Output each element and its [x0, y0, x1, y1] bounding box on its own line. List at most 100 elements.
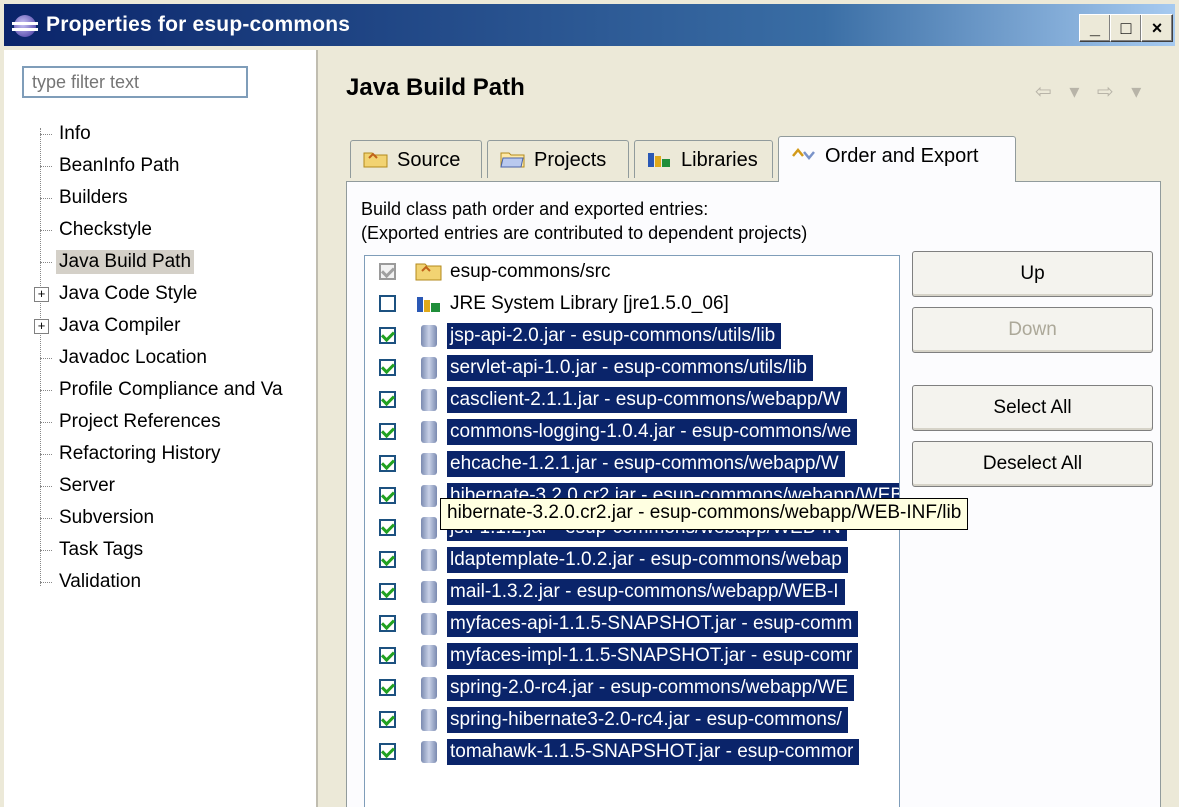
title-bar[interactable]: Properties for esup-commons _ □ ×: [4, 4, 1175, 46]
entry-tooltip: hibernate-3.2.0.cr2.jar - esup-commons/w…: [440, 498, 969, 530]
tree-connector: [40, 358, 52, 359]
tab-order-and-export-label: Order and Export: [825, 145, 979, 167]
tree-connector: [40, 390, 52, 391]
list-item[interactable]: myfaces-api-1.1.5-SNAPSHOT.jar - esup-co…: [365, 608, 899, 640]
list-item[interactable]: servlet-api-1.0.jar - esup-commons/utils…: [365, 352, 899, 384]
tree-item-label: Java Build Path: [56, 250, 195, 274]
list-item-label: myfaces-api-1.1.5-SNAPSHOT.jar - esup-co…: [447, 611, 859, 637]
down-button[interactable]: Down: [912, 307, 1153, 353]
jar-icon: [421, 421, 437, 443]
tab-projects[interactable]: Projects: [487, 140, 629, 178]
tree-item-label: Builders: [59, 187, 128, 208]
export-checkbox[interactable]: [379, 295, 396, 312]
tree-item-label: Validation: [59, 571, 142, 592]
list-item[interactable]: ldaptemplate-1.0.2.jar - esup-commons/we…: [365, 544, 899, 576]
export-checkbox[interactable]: [379, 455, 396, 472]
tab-projects-label: Projects: [534, 149, 607, 171]
export-checkbox[interactable]: [379, 519, 396, 536]
export-checkbox[interactable]: [379, 583, 396, 600]
export-checkbox[interactable]: [379, 647, 396, 664]
export-checkbox[interactable]: [379, 327, 396, 344]
maximize-button[interactable]: □: [1110, 14, 1142, 42]
tab-libraries[interactable]: Libraries: [634, 140, 773, 178]
list-item-label: ldaptemplate-1.0.2.jar - esup-commons/we…: [447, 547, 848, 573]
export-checkbox[interactable]: [379, 423, 396, 440]
export-checkbox[interactable]: [379, 551, 396, 568]
list-item[interactable]: myfaces-impl-1.1.5-SNAPSHOT.jar - esup-c…: [365, 640, 899, 672]
list-item-label: casclient-2.1.1.jar - esup-commons/webap…: [447, 387, 847, 413]
tree-item-label: Refactoring History: [59, 443, 221, 464]
export-checkbox[interactable]: [379, 487, 396, 504]
expand-icon[interactable]: +: [34, 287, 49, 302]
jar-icon: [421, 389, 437, 411]
tab-bar: Source Projects Libraries Order and Expo…: [346, 136, 1161, 182]
tree-connector: [40, 262, 52, 263]
libraries-icon: [647, 150, 673, 168]
jar-icon: [421, 325, 437, 347]
list-item[interactable]: esup-commons/src: [365, 256, 899, 288]
list-item-label: ehcache-1.2.1.jar - esup-commons/webapp/…: [447, 451, 845, 477]
tree-item-label: Subversion: [59, 507, 155, 528]
export-checkbox: [379, 263, 396, 280]
tree-item-label: Java Code Style: [59, 283, 198, 304]
list-item[interactable]: JRE System Library [jre1.5.0_06]: [365, 288, 899, 320]
list-item-label: commons-logging-1.0.4.jar - esup-commons…: [447, 419, 858, 445]
jar-icon: [421, 485, 437, 507]
tree-connector: [40, 166, 52, 167]
tab-source-label: Source: [397, 149, 461, 171]
export-checkbox[interactable]: [379, 679, 396, 696]
close-button[interactable]: ×: [1141, 14, 1173, 42]
tree-connector: [40, 582, 52, 583]
list-item[interactable]: spring-2.0-rc4.jar - esup-commons/webapp…: [365, 672, 899, 704]
select-all-button[interactable]: Select All: [912, 385, 1153, 431]
tree-item-label: Info: [59, 123, 91, 144]
list-item[interactable]: casclient-2.1.1.jar - esup-commons/webap…: [365, 384, 899, 416]
export-checkbox[interactable]: [379, 615, 396, 632]
export-checkbox[interactable]: [379, 359, 396, 376]
tree-connector: [40, 518, 52, 519]
export-checkbox[interactable]: [379, 711, 396, 728]
tree-item-label: Server: [59, 475, 115, 496]
library-icon: [415, 293, 443, 313]
list-item[interactable]: spring-hibernate3-2.0-rc4.jar - esup-com…: [365, 704, 899, 736]
entries-list[interactable]: esup-commons/src JRE System Library [jre1…: [364, 255, 900, 807]
tree-item-label: Project References: [59, 411, 221, 432]
jar-icon: [421, 677, 437, 699]
tree-item-label: Javadoc Location: [59, 347, 207, 368]
tree-item-label: BeanInfo Path: [59, 155, 180, 176]
list-item-label: jsp-api-2.0.jar - esup-commons/utils/lib: [447, 323, 782, 349]
jar-icon: [421, 517, 437, 539]
minimize-button[interactable]: _: [1079, 14, 1111, 42]
deselect-all-button[interactable]: Deselect All: [912, 441, 1153, 487]
tree-item-label: Checkstyle: [59, 219, 152, 240]
list-item-label: mail-1.3.2.jar - esup-commons/webapp/WEB…: [447, 579, 845, 605]
export-checkbox[interactable]: [379, 391, 396, 408]
jar-icon: [421, 709, 437, 731]
category-tree: Info BeanInfo Path Builders Checkstyle Java …: [30, 120, 316, 592]
filter-input[interactable]: [22, 66, 248, 98]
expand-icon[interactable]: +: [34, 319, 49, 334]
up-button[interactable]: Up: [912, 251, 1153, 297]
list-item-label: tomahawk-1.1.5-SNAPSHOT.jar - esup-commo…: [447, 739, 860, 765]
tree-item-label: Java Compiler: [59, 315, 181, 336]
list-item[interactable]: jsp-api-2.0.jar - esup-commons/utils/lib: [365, 320, 899, 352]
list-item[interactable]: ehcache-1.2.1.jar - esup-commons/webapp/…: [365, 448, 899, 480]
tab-order-and-export[interactable]: Order and Export: [778, 136, 1016, 182]
list-item[interactable]: mail-1.3.2.jar - esup-commons/webapp/WEB…: [365, 576, 899, 608]
eclipse-icon: [12, 15, 38, 37]
list-item-label: JRE System Library [jre1.5.0_06]: [450, 293, 729, 314]
list-item[interactable]: commons-logging-1.0.4.jar - esup-commons…: [365, 416, 899, 448]
tab-source[interactable]: Source: [350, 140, 482, 178]
order-export-icon: [791, 146, 817, 164]
tree-item-label: Task Tags: [59, 539, 144, 560]
tree-connector: [40, 454, 52, 455]
description-line-2: (Exported entries are contributed to dep…: [361, 223, 808, 243]
description: Build class path order and exported entr…: [361, 197, 807, 245]
list-item-label: myfaces-impl-1.1.5-SNAPSHOT.jar - esup-c…: [447, 643, 859, 669]
export-checkbox[interactable]: [379, 743, 396, 760]
history-nav[interactable]: ⇦ ▾ ⇨ ▾: [1035, 79, 1147, 104]
tree-connector: [40, 422, 52, 423]
list-item[interactable]: tomahawk-1.1.5-SNAPSHOT.jar - esup-commo…: [365, 736, 899, 768]
tree-item-label: Profile Compliance and Va: [59, 379, 283, 400]
list-item-label: spring-hibernate3-2.0-rc4.jar - esup-com…: [447, 707, 848, 733]
